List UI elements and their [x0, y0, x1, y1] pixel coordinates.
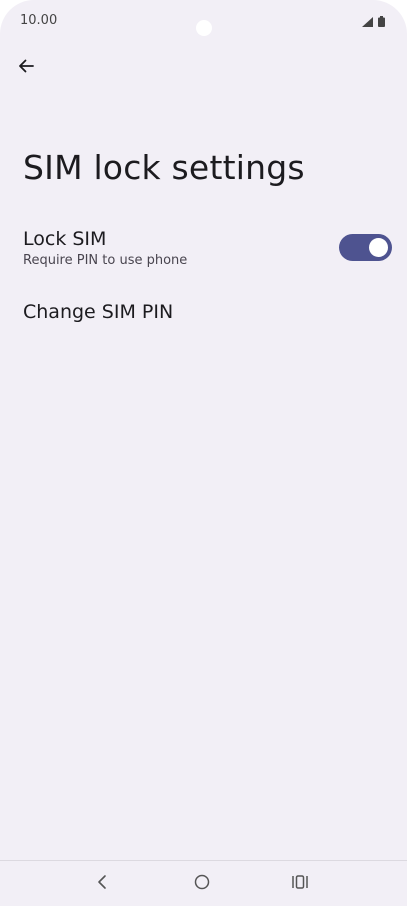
back-button[interactable] — [12, 54, 40, 82]
lock-sim-title: Lock SIM — [23, 228, 107, 250]
lock-sim-toggle[interactable] — [339, 234, 392, 261]
front-camera — [196, 20, 212, 36]
nav-home-button[interactable] — [187, 869, 217, 899]
back-nav-icon — [95, 874, 109, 895]
status-icons — [362, 14, 385, 32]
signal-icon — [362, 14, 373, 32]
nav-back-button[interactable] — [87, 869, 117, 899]
status-bar: 10.00 — [0, 0, 407, 40]
phone-screen: 10.00 SIM lock settings Lock SIM Require… — [0, 0, 407, 906]
nav-recents-button[interactable] — [285, 869, 315, 899]
battery-icon — [378, 14, 385, 32]
lock-sim-subtitle: Require PIN to use phone — [23, 253, 188, 268]
recents-icon — [291, 874, 309, 895]
status-time: 10.00 — [20, 13, 58, 28]
change-sim-pin-row[interactable]: Change SIM PIN — [0, 290, 407, 338]
home-icon — [193, 873, 211, 896]
page-title: SIM lock settings — [23, 148, 305, 187]
lock-sim-row[interactable]: Lock SIM Require PIN to use phone — [0, 222, 407, 282]
toggle-knob — [369, 238, 388, 257]
change-sim-pin-title: Change SIM PIN — [23, 301, 174, 323]
navigation-bar — [0, 860, 407, 906]
arrow-back-icon — [16, 56, 36, 81]
